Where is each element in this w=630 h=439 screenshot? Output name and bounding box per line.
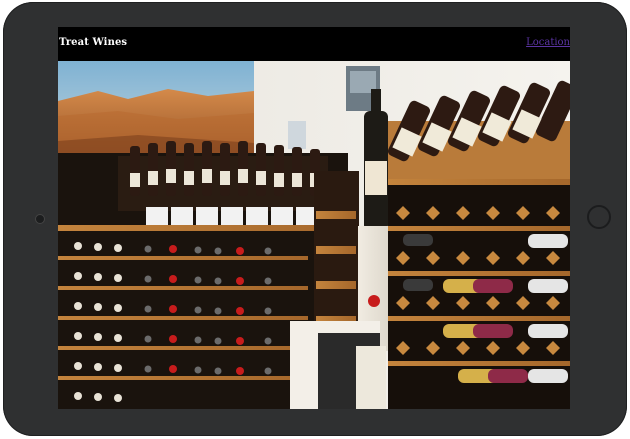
site-brand[interactable]: Treat Wines <box>59 37 127 48</box>
hero-image <box>58 61 570 409</box>
screen: Treat Wines Location <box>58 27 570 409</box>
location-link[interactable]: Location <box>526 37 570 48</box>
home-button[interactable] <box>587 205 611 229</box>
camera-icon <box>35 214 45 224</box>
top-nav-bar: Treat Wines Location <box>58 27 570 61</box>
